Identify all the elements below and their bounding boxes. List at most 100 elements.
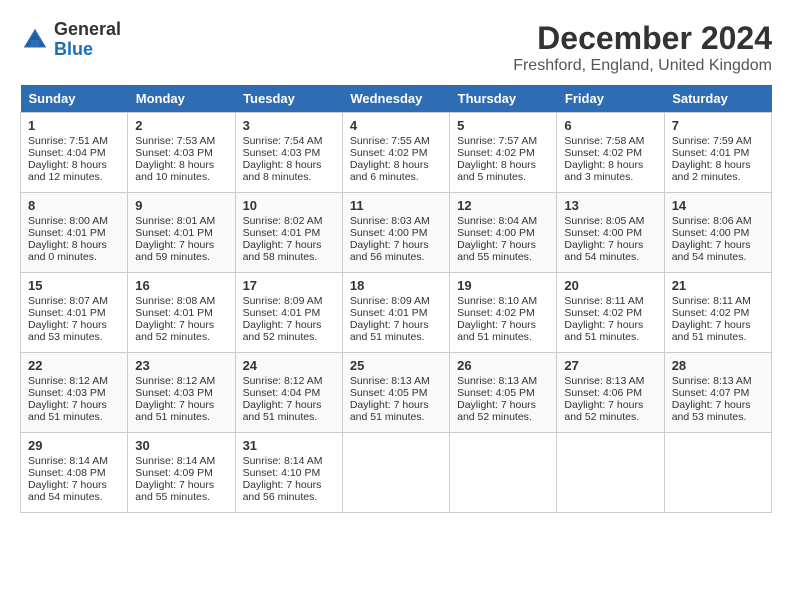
day-number: 23 [135, 358, 227, 373]
sunset-text: Sunset: 4:10 PM [243, 467, 335, 479]
daylight-text: Daylight: 8 hours and 5 minutes. [457, 159, 549, 183]
calendar-cell: 17Sunrise: 8:09 AMSunset: 4:01 PMDayligh… [235, 273, 342, 353]
daylight-text: Daylight: 7 hours and 51 minutes. [350, 399, 442, 423]
sunset-text: Sunset: 4:07 PM [672, 387, 764, 399]
day-header-wednesday: Wednesday [342, 85, 449, 113]
day-number: 26 [457, 358, 549, 373]
calendar-cell: 5Sunrise: 7:57 AMSunset: 4:02 PMDaylight… [450, 113, 557, 193]
sunrise-text: Sunrise: 8:09 AM [350, 295, 442, 307]
calendar-cell: 1Sunrise: 7:51 AMSunset: 4:04 PMDaylight… [21, 113, 128, 193]
sunset-text: Sunset: 4:00 PM [457, 227, 549, 239]
sunset-text: Sunset: 4:01 PM [28, 307, 120, 319]
day-number: 3 [243, 118, 335, 133]
calendar-cell: 2Sunrise: 7:53 AMSunset: 4:03 PMDaylight… [128, 113, 235, 193]
daylight-text: Daylight: 7 hours and 54 minutes. [28, 479, 120, 503]
day-header-sunday: Sunday [21, 85, 128, 113]
daylight-text: Daylight: 8 hours and 2 minutes. [672, 159, 764, 183]
day-number: 19 [457, 278, 549, 293]
sunrise-text: Sunrise: 7:53 AM [135, 135, 227, 147]
title-area: December 2024 Freshford, England, United… [513, 20, 772, 75]
calendar-cell: 9Sunrise: 8:01 AMSunset: 4:01 PMDaylight… [128, 193, 235, 273]
sunset-text: Sunset: 4:02 PM [457, 307, 549, 319]
day-number: 13 [564, 198, 656, 213]
sunset-text: Sunset: 4:01 PM [350, 307, 442, 319]
calendar-week-row: 8Sunrise: 8:00 AMSunset: 4:01 PMDaylight… [21, 193, 772, 273]
calendar-cell: 8Sunrise: 8:00 AMSunset: 4:01 PMDaylight… [21, 193, 128, 273]
calendar-cell: 7Sunrise: 7:59 AMSunset: 4:01 PMDaylight… [664, 113, 771, 193]
day-header-saturday: Saturday [664, 85, 771, 113]
sunrise-text: Sunrise: 8:02 AM [243, 215, 335, 227]
calendar-cell: 27Sunrise: 8:13 AMSunset: 4:06 PMDayligh… [557, 353, 664, 433]
calendar-cell: 25Sunrise: 8:13 AMSunset: 4:05 PMDayligh… [342, 353, 449, 433]
sunset-text: Sunset: 4:03 PM [243, 147, 335, 159]
day-number: 12 [457, 198, 549, 213]
calendar-header-row: SundayMondayTuesdayWednesdayThursdayFrid… [21, 85, 772, 113]
daylight-text: Daylight: 7 hours and 51 minutes. [672, 319, 764, 343]
sunset-text: Sunset: 4:05 PM [350, 387, 442, 399]
day-header-tuesday: Tuesday [235, 85, 342, 113]
day-number: 7 [672, 118, 764, 133]
sunrise-text: Sunrise: 8:01 AM [135, 215, 227, 227]
day-number: 18 [350, 278, 442, 293]
calendar-cell: 12 Sunrise: 8:04 AMSunset: 4:00 PMDayligh… [450, 193, 557, 273]
calendar-cell [342, 433, 449, 513]
day-number: 10 [243, 198, 335, 213]
calendar-cell [557, 433, 664, 513]
sunset-text: Sunset: 4:01 PM [672, 147, 764, 159]
sunrise-text: Sunrise: 8:04 AM [457, 215, 549, 227]
sunrise-text: Sunrise: 8:07 AM [28, 295, 120, 307]
calendar-cell: 21Sunrise: 8:11 AMSunset: 4:02 PMDayligh… [664, 273, 771, 353]
day-number: 14 [672, 198, 764, 213]
sunset-text: Sunset: 4:01 PM [135, 227, 227, 239]
daylight-text: Daylight: 7 hours and 51 minutes. [135, 399, 227, 423]
sunrise-text: Sunrise: 8:03 AM [350, 215, 442, 227]
sunset-text: Sunset: 4:02 PM [564, 147, 656, 159]
daylight-text: Daylight: 8 hours and 12 minutes. [28, 159, 120, 183]
day-number: 5 [457, 118, 549, 133]
calendar-cell: 14Sunrise: 8:06 AMSunset: 4:00 PMDayligh… [664, 193, 771, 273]
sunrise-text: Sunrise: 8:10 AM [457, 295, 549, 307]
day-number: 28 [672, 358, 764, 373]
sunrise-text: Sunrise: 7:58 AM [564, 135, 656, 147]
day-number: 2 [135, 118, 227, 133]
calendar-cell: 24Sunrise: 8:12 AMSunset: 4:04 PMDayligh… [235, 353, 342, 433]
day-number: 11 [350, 198, 442, 213]
calendar-cell: 31Sunrise: 8:14 AMSunset: 4:10 PMDayligh… [235, 433, 342, 513]
logo: General Blue [20, 20, 121, 60]
sunset-text: Sunset: 4:01 PM [243, 227, 335, 239]
sunrise-text: Sunrise: 7:54 AM [243, 135, 335, 147]
daylight-text: Daylight: 7 hours and 55 minutes. [457, 239, 549, 263]
day-number: 9 [135, 198, 227, 213]
calendar-week-row: 1Sunrise: 7:51 AMSunset: 4:04 PMDaylight… [21, 113, 772, 193]
daylight-text: Daylight: 7 hours and 56 minutes. [350, 239, 442, 263]
daylight-text: Daylight: 8 hours and 6 minutes. [350, 159, 442, 183]
daylight-text: Daylight: 7 hours and 52 minutes. [564, 399, 656, 423]
daylight-text: Daylight: 7 hours and 51 minutes. [457, 319, 549, 343]
sunset-text: Sunset: 4:06 PM [564, 387, 656, 399]
sunrise-text: Sunrise: 8:11 AM [564, 295, 656, 307]
sunset-text: Sunset: 4:09 PM [135, 467, 227, 479]
sunrise-text: Sunrise: 8:08 AM [135, 295, 227, 307]
calendar-cell: 30Sunrise: 8:14 AMSunset: 4:09 PMDayligh… [128, 433, 235, 513]
sunrise-text: Sunrise: 8:06 AM [672, 215, 764, 227]
daylight-text: Daylight: 7 hours and 52 minutes. [457, 399, 549, 423]
day-number: 24 [243, 358, 335, 373]
calendar-table: SundayMondayTuesdayWednesdayThursdayFrid… [20, 85, 772, 513]
calendar-cell: 28Sunrise: 8:13 AMSunset: 4:07 PMDayligh… [664, 353, 771, 433]
month-title: December 2024 [513, 20, 772, 57]
day-number: 29 [28, 438, 120, 453]
sunset-text: Sunset: 4:03 PM [28, 387, 120, 399]
calendar-cell: 20Sunrise: 8:11 AMSunset: 4:02 PMDayligh… [557, 273, 664, 353]
sunrise-text: Sunrise: 8:13 AM [564, 375, 656, 387]
day-number: 17 [243, 278, 335, 293]
sunset-text: Sunset: 4:01 PM [135, 307, 227, 319]
sunrise-text: Sunrise: 8:14 AM [28, 455, 120, 467]
calendar-cell: 3Sunrise: 7:54 AMSunset: 4:03 PMDaylight… [235, 113, 342, 193]
daylight-text: Daylight: 7 hours and 53 minutes. [28, 319, 120, 343]
daylight-text: Daylight: 7 hours and 51 minutes. [564, 319, 656, 343]
day-number: 6 [564, 118, 656, 133]
location: Freshford, England, United Kingdom [513, 57, 772, 75]
calendar-week-row: 29Sunrise: 8:14 AMSunset: 4:08 PMDayligh… [21, 433, 772, 513]
day-header-friday: Friday [557, 85, 664, 113]
sunset-text: Sunset: 4:03 PM [135, 147, 227, 159]
